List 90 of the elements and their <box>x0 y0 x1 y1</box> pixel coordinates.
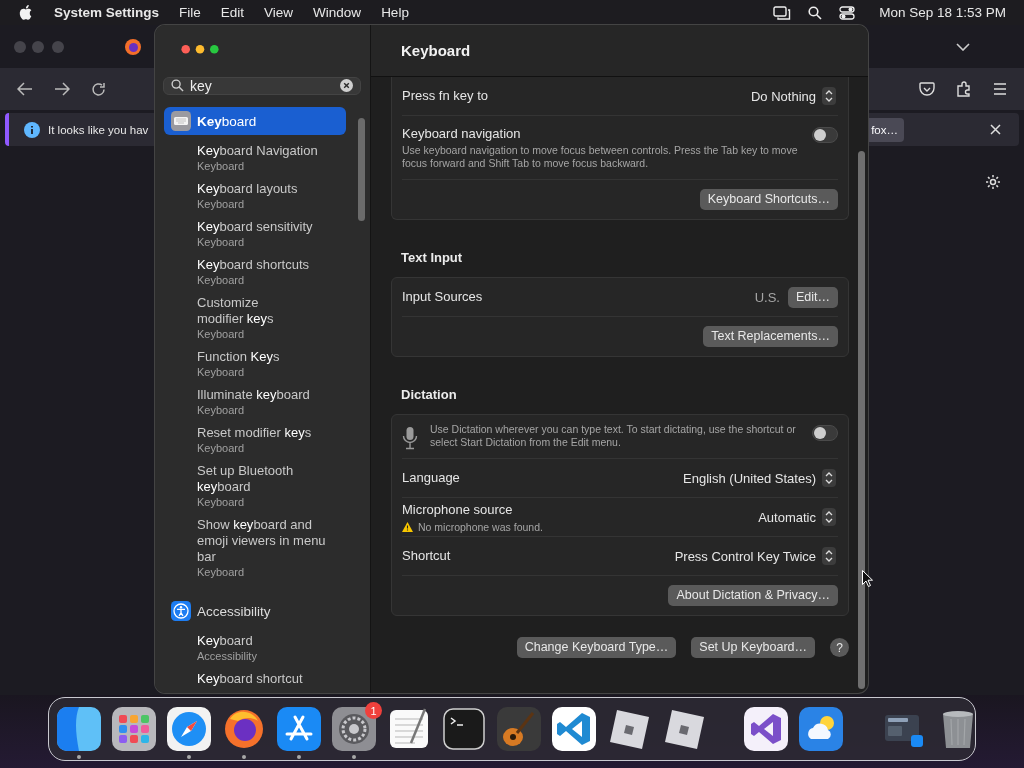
notification-text: It looks like you hav <box>48 123 149 136</box>
menu-icon[interactable] <box>993 83 1007 95</box>
sidebar-item[interactable]: Accessibility <box>164 597 346 625</box>
guitar-icon[interactable] <box>497 707 541 751</box>
sidebar-item[interactable]: Keyboard <box>164 107 346 135</box>
app-grid-icon[interactable] <box>112 707 156 751</box>
menu-item[interactable]: Window <box>313 5 362 20</box>
footer-button[interactable]: Set Up Keyboard… <box>691 637 815 658</box>
chevron-icon[interactable] <box>956 42 970 51</box>
search-result[interactable]: Keyboard Navigation Keyboard <box>164 141 346 179</box>
search-result[interactable]: Customize modifier keys Keyboard <box>164 293 346 347</box>
pane-title: Keyboard <box>401 42 471 59</box>
scrollbar[interactable] <box>358 118 365 221</box>
setting-label: Shortcut <box>402 547 452 565</box>
setting-label: Press fn key to <box>402 87 489 105</box>
popup-button[interactable]: English (United States) <box>683 469 836 487</box>
compass-icon[interactable] <box>167 707 211 751</box>
help-button[interactable]: ? <box>830 638 849 657</box>
popup-button[interactable]: Do Nothing <box>750 87 836 105</box>
setting-description: Use Dictation wherever you can type text. To start dictating, use the shortcut or select Start Dictation from the Edit menu. <box>430 423 797 449</box>
control-center-icon[interactable] <box>839 5 856 20</box>
search-result[interactable]: Keyboard sensitivity Keyboard <box>164 217 346 255</box>
search-result[interactable]: Keyboard shortcuts Keyboard <box>164 255 346 293</box>
action-button[interactable]: Text Replacements… <box>703 326 838 347</box>
globe-icon[interactable] <box>222 707 266 751</box>
setting-label: Microphone source <box>402 500 514 519</box>
terminal-icon[interactable] <box>442 707 486 751</box>
warning-icon <box>402 522 413 532</box>
screen-mirroring-icon[interactable] <box>773 5 792 20</box>
accessibility-icon <box>171 601 191 621</box>
microphone-icon <box>402 426 418 450</box>
apple-icon[interactable] <box>19 5 32 20</box>
setting-label: Language <box>402 469 461 487</box>
keyboard-icon <box>171 111 191 131</box>
footer-button[interactable]: Change Keyboard Type… <box>516 637 677 658</box>
pointer-icon <box>862 570 873 587</box>
setting-description: Use keyboard navigation to move focus between controls. Press the Tab key to move focus forward and Shift Tab to move focus backward. <box>402 144 799 170</box>
warning-text: No microphone was found. <box>418 520 543 534</box>
menu-item[interactable]: Edit <box>220 5 245 20</box>
clear-icon[interactable] <box>340 79 353 93</box>
search-icon <box>171 79 184 93</box>
close-icon[interactable] <box>990 124 1001 135</box>
menu-item[interactable]: File <box>179 5 201 20</box>
menu-item[interactable]: View <box>264 5 294 20</box>
section-heading: Dictation <box>401 386 458 404</box>
toggle-switch[interactable] <box>812 127 838 143</box>
back-icon[interactable] <box>17 82 33 96</box>
app-menu[interactable]: System Settings <box>54 5 160 20</box>
search-result[interactable]: Keyboard Accessibility <box>164 631 346 669</box>
search-result[interactable]: Illuminate keyboard Keyboard <box>164 385 346 423</box>
info-icon <box>24 121 40 138</box>
split-tile-icon[interactable] <box>57 707 101 751</box>
edit-button[interactable]: Edit… <box>787 286 838 308</box>
globe-icon[interactable] <box>125 38 141 55</box>
setting-value: U.S. <box>754 289 780 305</box>
ribbon-icon[interactable] <box>552 707 596 751</box>
updown-icon <box>822 508 836 526</box>
search-field[interactable]: key <box>163 76 361 95</box>
store-icon[interactable] <box>277 707 321 751</box>
updown-icon <box>822 547 836 565</box>
search-result[interactable]: Reset modifier keys Keyboard <box>164 423 346 461</box>
pocket-icon[interactable] <box>919 81 935 97</box>
section-heading: Text Input <box>401 249 464 267</box>
updown-icon <box>822 469 836 487</box>
extensions-icon[interactable] <box>956 81 972 97</box>
notification-badge: 1 <box>365 702 382 719</box>
settings-icon[interactable] <box>332 707 376 751</box>
search-icon[interactable] <box>808 5 823 20</box>
clock[interactable]: Mon Sep 18 1:53 PM <box>879 5 1006 20</box>
notepad-icon[interactable] <box>387 707 431 751</box>
popup-button[interactable]: Press Control Key Twice <box>674 547 836 565</box>
updown-icon <box>822 87 836 105</box>
search-result[interactable]: Set up Bluetooth keyboard Keyboard <box>164 461 346 515</box>
search-result[interactable]: Show keyboard and emoji viewers in menu bar Keyboard <box>164 515 346 585</box>
forward-icon[interactable] <box>54 82 70 96</box>
settings-icon[interactable] <box>985 174 1001 190</box>
scrollbar[interactable] <box>858 151 865 689</box>
menu-item[interactable]: Help <box>381 5 409 20</box>
toggle-switch[interactable] <box>812 425 838 441</box>
action-button[interactable]: About Dictation & Privacy… <box>668 585 838 606</box>
ribbon-icon[interactable] <box>744 707 788 751</box>
search-result[interactable]: Function Keys Keyboard <box>164 347 346 385</box>
popup-button[interactable]: Automatic <box>758 508 836 526</box>
search-result[interactable]: Keyboard shortcut <box>164 669 346 693</box>
reload-icon[interactable] <box>91 81 106 97</box>
action-button[interactable]: Keyboard Shortcuts… <box>699 189 838 210</box>
setting-label: Input Sources <box>402 288 483 306</box>
setting-label: Keyboard navigation <box>402 125 522 143</box>
cloud-sun-icon[interactable] <box>799 707 843 751</box>
search-result[interactable]: Keyboard layouts Keyboard <box>164 179 346 217</box>
